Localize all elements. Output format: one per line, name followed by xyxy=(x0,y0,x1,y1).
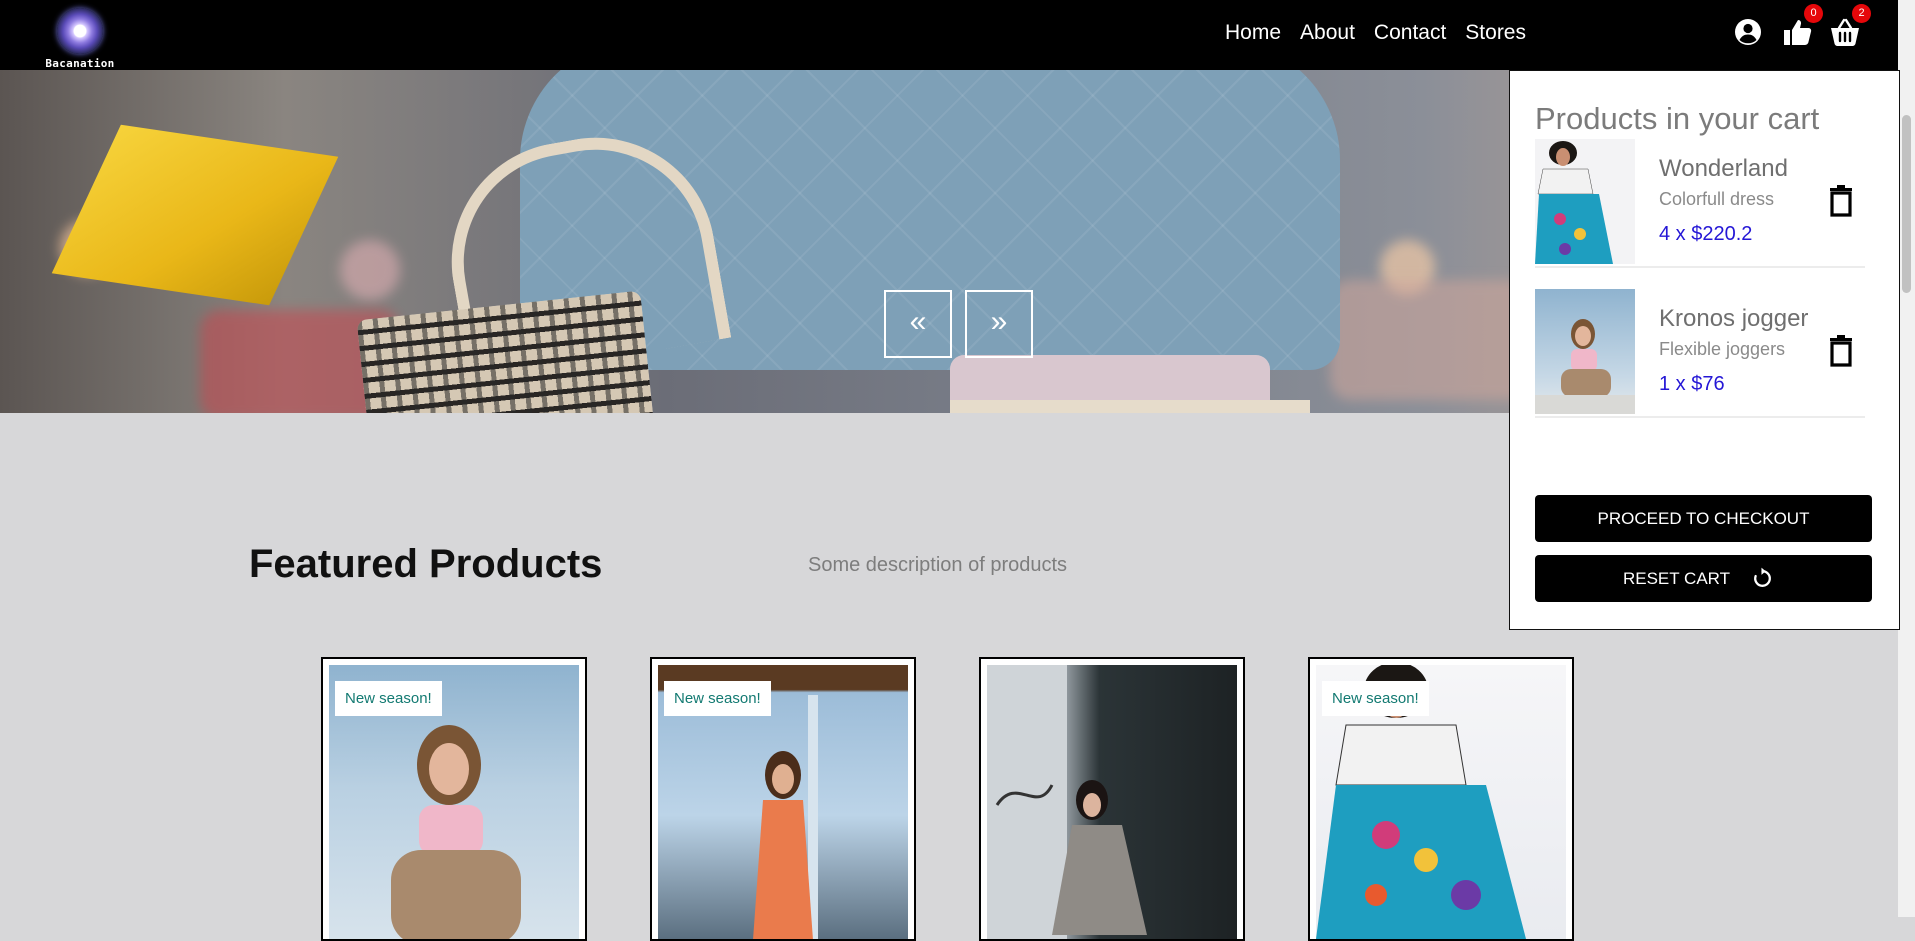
user-account-icon[interactable] xyxy=(1732,16,1764,48)
cart-count-badge: 2 xyxy=(1852,4,1871,23)
carousel-prev-button[interactable]: « xyxy=(884,290,952,358)
featured-description: Some description of products xyxy=(808,554,1068,576)
likes-count-badge: 0 xyxy=(1804,4,1823,23)
cart-panel: Products in your cart Wonderland Colorfu… xyxy=(1509,70,1900,630)
hero-plaid-bag xyxy=(356,290,659,413)
reset-cart-label: RESET CART xyxy=(1622,568,1731,588)
cart-item-thumbnail xyxy=(1535,139,1635,264)
page-scrollbar[interactable] xyxy=(1898,0,1915,917)
nav-links: Home About Contact Stores xyxy=(1225,21,1526,45)
cart-item-thumbnail xyxy=(1535,289,1635,414)
cart-item-subtitle: Colorfull dress xyxy=(1659,189,1775,209)
product-card[interactable]: New season! xyxy=(321,657,587,941)
top-navbar: Bacanation Home About Contact Stores 0 2 xyxy=(0,0,1898,70)
carousel-next-button[interactable]: » xyxy=(965,290,1033,358)
cart-item: Wonderland Colorfull dress 4 x $220.2 xyxy=(1535,139,1865,268)
trash-icon[interactable] xyxy=(1828,335,1854,367)
brand-name: Bacanation xyxy=(45,57,115,70)
nav-link-home[interactable]: Home xyxy=(1225,21,1281,45)
cart-item-price: 1 x $76 xyxy=(1659,373,1725,395)
featured-title: Featured Products xyxy=(249,542,603,586)
brand-logo[interactable]: Bacanation xyxy=(40,8,120,70)
nav-link-contact[interactable]: Contact xyxy=(1374,21,1446,45)
product-card[interactable]: New season! xyxy=(1308,657,1574,941)
new-season-tag: New season! xyxy=(664,681,771,716)
likes-button[interactable]: 0 xyxy=(1781,4,1823,48)
product-card[interactable]: New season! xyxy=(650,657,916,941)
scrollbar-thumb[interactable] xyxy=(1902,115,1911,293)
trash-icon[interactable] xyxy=(1828,185,1854,217)
cart-item: Kronos jogger Flexible joggers 1 x $76 xyxy=(1535,289,1865,418)
proceed-to-checkout-button[interactable]: PROCEED TO CHECKOUT xyxy=(1535,495,1872,542)
nav-link-about[interactable]: About xyxy=(1300,21,1355,45)
cart-item-price: 4 x $220.2 xyxy=(1659,223,1753,245)
product-image xyxy=(987,665,1237,939)
product-card[interactable] xyxy=(979,657,1245,941)
logo-orb-icon xyxy=(57,8,103,54)
cart-button[interactable]: 2 xyxy=(1829,4,1871,48)
cart-title: Products in your cart xyxy=(1535,101,1820,136)
nav-link-stores[interactable]: Stores xyxy=(1465,21,1526,45)
hero-yellow-bag xyxy=(51,124,339,306)
reset-cart-button[interactable]: RESET CART xyxy=(1535,555,1872,602)
new-season-tag: New season! xyxy=(1322,681,1429,716)
cart-item-subtitle: Flexible joggers xyxy=(1659,339,1786,359)
refresh-icon xyxy=(1754,567,1771,587)
new-season-tag: New season! xyxy=(335,681,442,716)
cart-item-name: Wonderland xyxy=(1659,155,1788,182)
cart-item-name: Kronos jogger xyxy=(1659,305,1809,332)
